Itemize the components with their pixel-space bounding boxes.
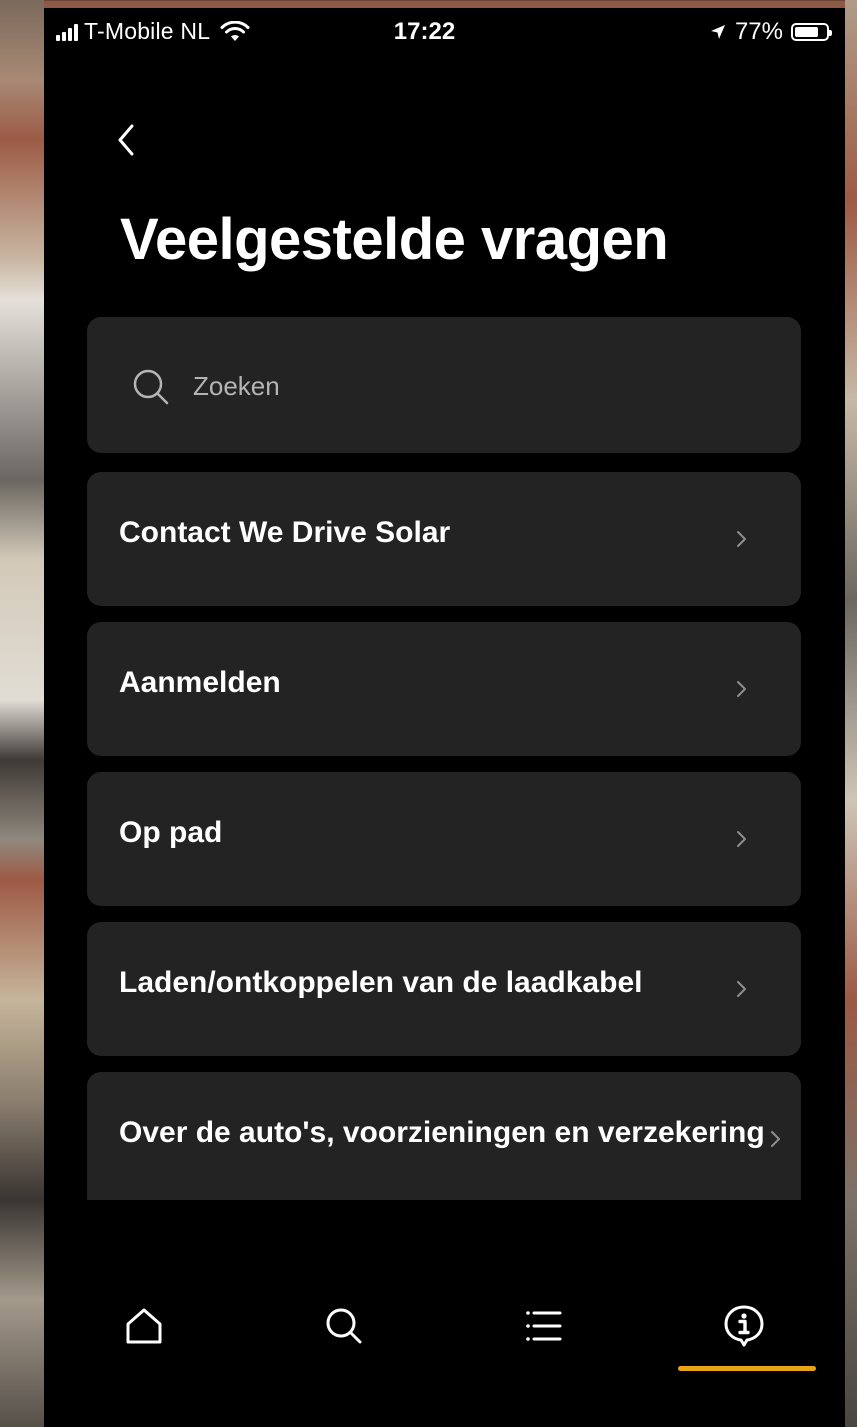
faq-list: Contact We Drive Solar Aanmelden Op pad … [87, 472, 801, 1216]
chevron-right-icon [771, 1131, 780, 1147]
faq-item-label: Aanmelden [119, 666, 281, 699]
chevron-left-icon [118, 124, 134, 156]
status-bar: T-Mobile NL 17:22 77% [44, 8, 845, 56]
bottom-nav [44, 1266, 845, 1386]
search-icon [133, 369, 169, 405]
faq-item-op-pad[interactable]: Op pad [87, 772, 801, 906]
faq-item-contact[interactable]: Contact We Drive Solar [87, 472, 801, 606]
faq-item-label: Contact We Drive Solar [119, 516, 451, 549]
search-icon [326, 1308, 362, 1344]
status-bar-right: 77% [709, 18, 832, 46]
background-photo-left [0, 0, 44, 1427]
faq-item-label: Over de auto's, voorzieningen en verzeke… [119, 1116, 765, 1149]
nav-active-indicator [678, 1366, 816, 1371]
chevron-right-icon [737, 981, 746, 997]
nav-list-button[interactable] [514, 1296, 574, 1356]
faq-item-laden[interactable]: Laden/ontkoppelen van de laadkabel [87, 922, 801, 1056]
nav-search-button[interactable] [314, 1296, 374, 1356]
nav-info-button[interactable] [714, 1296, 774, 1356]
info-icon [724, 1305, 764, 1347]
search-input[interactable] [191, 365, 755, 407]
battery-fill [795, 27, 818, 37]
search-box[interactable] [87, 317, 801, 453]
faq-item-label: Laden/ontkoppelen van de laadkabel [119, 966, 643, 999]
back-button[interactable] [110, 120, 144, 160]
nav-home-button[interactable] [114, 1296, 174, 1356]
faq-item-label: Op pad [119, 816, 223, 849]
background-photo-right [845, 0, 857, 1427]
location-arrow-icon [710, 25, 725, 39]
home-icon [126, 1308, 162, 1344]
battery-icon [791, 23, 832, 41]
battery-percent: 77% [734, 18, 783, 45]
list-icon [526, 1311, 562, 1341]
page-title: Veelgestelde vragen [120, 207, 669, 272]
chevron-right-icon [737, 681, 746, 697]
faq-item-aanmelden[interactable]: Aanmelden [87, 622, 801, 756]
faq-item-over-de-autos[interactable]: Over de auto's, voorzieningen en verzeke… [87, 1072, 801, 1200]
chevron-right-icon [737, 831, 746, 847]
chevron-right-icon [737, 531, 746, 547]
phone-screen: T-Mobile NL 17:22 77% Veelgestelde vrage… [44, 8, 845, 1427]
